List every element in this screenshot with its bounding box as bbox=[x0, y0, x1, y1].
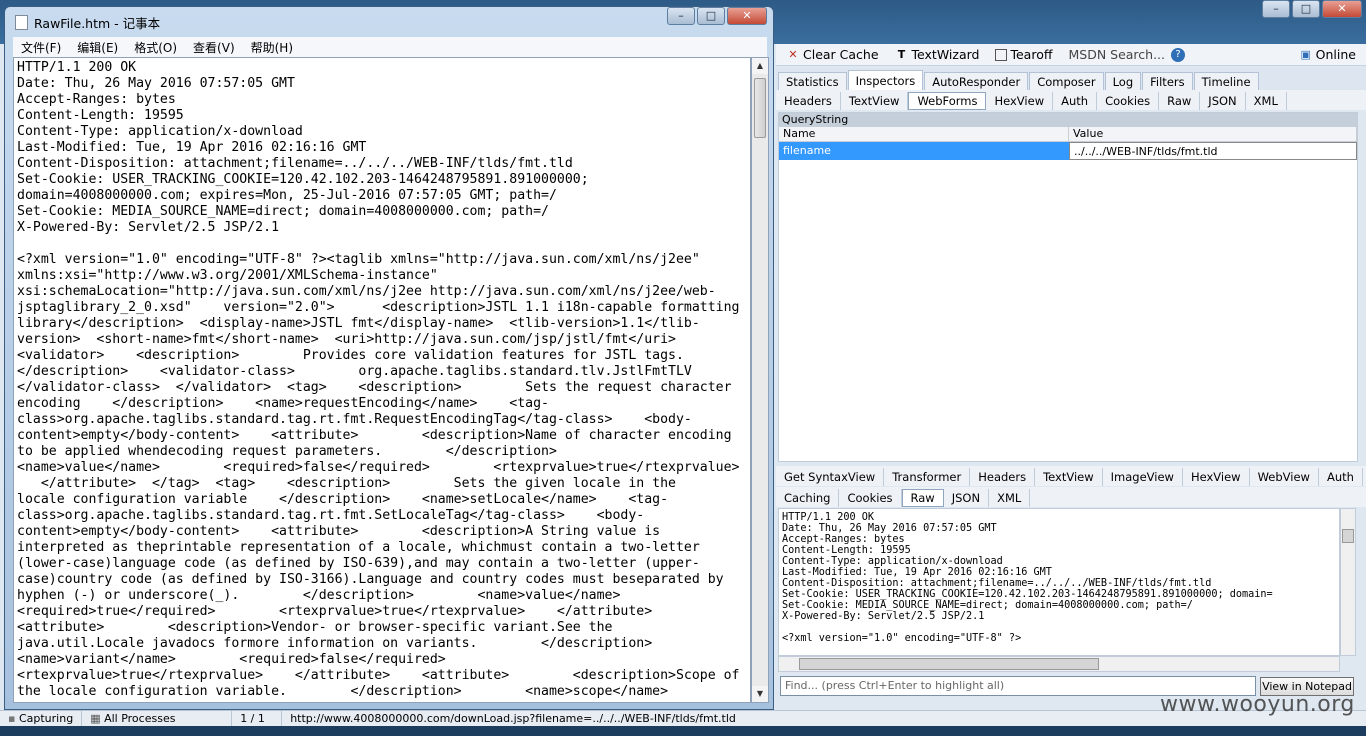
clear-cache-label: Clear Cache bbox=[803, 47, 879, 62]
clear-cache-button[interactable]: ✕ Clear Cache bbox=[786, 47, 879, 62]
process-icon: ▦ bbox=[90, 711, 105, 725]
request-tab-raw[interactable]: Raw bbox=[1159, 92, 1201, 110]
scroll-thumb[interactable] bbox=[1342, 529, 1354, 543]
fiddler-window-controls: – □ ✕ bbox=[1260, 0, 1362, 20]
msdn-search-box[interactable]: MSDN Search... ? bbox=[1068, 47, 1186, 62]
windows-taskbar bbox=[0, 726, 1366, 736]
response-tab-cookies[interactable]: Cookies bbox=[839, 489, 902, 507]
minimize-icon[interactable]: – bbox=[1262, 0, 1290, 18]
textwizard-button[interactable]: T TextWizard bbox=[895, 47, 980, 62]
response-tab-json[interactable]: JSON bbox=[944, 489, 990, 507]
clear-cache-icon: ✕ bbox=[788, 47, 798, 61]
request-tab-textview[interactable]: TextView bbox=[841, 92, 909, 110]
response-horizontal-scrollbar[interactable] bbox=[778, 656, 1340, 672]
online-icon: ▣ bbox=[1300, 47, 1311, 61]
request-tab-cookies[interactable]: Cookies bbox=[1097, 92, 1160, 110]
scroll-down-icon[interactable]: ▼ bbox=[752, 686, 768, 702]
response-raw-view[interactable]: HTTP/1.1 200 OK Date: Thu, 26 May 2016 0… bbox=[778, 508, 1340, 656]
tearoff-button[interactable]: Tearoff bbox=[995, 47, 1052, 62]
fiddler-toolbar: ✕ Clear Cache T TextWizard Tearoff MSDN … bbox=[776, 44, 1366, 66]
textwizard-label: TextWizard bbox=[911, 47, 980, 62]
response-vertical-scrollbar[interactable] bbox=[1340, 508, 1356, 656]
request-tab-auth[interactable]: Auth bbox=[1053, 92, 1098, 110]
maximize-icon[interactable]: □ bbox=[1292, 0, 1320, 18]
menu-item-2[interactable]: 编辑(E) bbox=[69, 39, 126, 56]
tab-log[interactable]: Log bbox=[1104, 72, 1142, 90]
tearoff-label: Tearoff bbox=[1010, 47, 1053, 62]
response-tab-hexview[interactable]: HexView bbox=[1183, 468, 1250, 486]
response-tab-textview[interactable]: TextView bbox=[1035, 468, 1103, 486]
notepad-menubar: 文件(F) 编辑(E) 格式(O) 查看(V) 帮助(H) bbox=[13, 37, 767, 57]
menu-item-3[interactable]: 格式(O) bbox=[126, 39, 185, 56]
querystring-title: QueryString bbox=[779, 113, 1357, 127]
minimize-icon[interactable]: – bbox=[667, 7, 695, 25]
response-tab-raw[interactable]: Raw bbox=[901, 489, 944, 507]
response-tab-get-syntaxview[interactable]: Get SyntaxView bbox=[776, 468, 885, 486]
col-name-header[interactable]: Name bbox=[779, 127, 1069, 141]
close-icon[interactable]: ✕ bbox=[727, 7, 767, 25]
response-tab-headers[interactable]: Headers bbox=[970, 468, 1036, 486]
querystring-name-cell[interactable]: filename bbox=[779, 142, 1069, 160]
notepad-window: RawFile.htm - 记事本 – □ ✕ 文件(F) 编辑(E) 格式(O) 查… bbox=[4, 6, 774, 710]
response-tab-caching[interactable]: Caching bbox=[776, 489, 840, 507]
response-tab-webview[interactable]: WebView bbox=[1250, 468, 1319, 486]
capturing-indicator[interactable]: ▪ Capturing bbox=[0, 710, 83, 727]
querystring-panel: QueryString Name Value filename ../../..… bbox=[778, 112, 1358, 462]
menu-item-4[interactable]: 查看(V) bbox=[185, 39, 243, 56]
inspector-main-tabs: Statistics Inspectors AutoResponder Compose… bbox=[776, 68, 1366, 90]
notepad-icon bbox=[15, 14, 28, 30]
help-icon[interactable]: ? bbox=[1171, 47, 1186, 62]
online-indicator: ▣ Online bbox=[1299, 47, 1356, 62]
table-row[interactable]: filename ../../../WEB-INF/tlds/fmt.tld bbox=[779, 142, 1357, 160]
tab-autoresponder[interactable]: AutoResponder bbox=[924, 72, 1029, 90]
scroll-thumb[interactable] bbox=[754, 78, 766, 138]
response-inspector-tabs-row1: Get SyntaxView Transformer Headers TextView… bbox=[776, 466, 1366, 486]
request-tab-headers[interactable]: Headers bbox=[776, 92, 841, 110]
textwizard-icon: T bbox=[897, 47, 906, 61]
querystring-header: Name Value bbox=[779, 127, 1357, 142]
close-icon[interactable]: ✕ bbox=[1322, 0, 1362, 18]
response-inspector-tabs-row2: Caching Cookies Raw JSON XML bbox=[776, 487, 1366, 507]
notepad-vertical-scrollbar[interactable]: ▲ ▼ bbox=[751, 57, 769, 703]
scroll-up-icon[interactable]: ▲ bbox=[752, 58, 768, 74]
request-inspector-tabs: Headers TextView WebForms HexView Auth Cookie… bbox=[776, 90, 1366, 110]
request-tab-webforms[interactable]: WebForms bbox=[908, 92, 987, 110]
msdn-search-label: MSDN Search... bbox=[1068, 47, 1166, 62]
capturing-label: Capturing bbox=[18, 711, 74, 725]
response-tab-imageview[interactable]: ImageView bbox=[1103, 468, 1183, 486]
notepad-text-area[interactable]: HTTP/1.1 200 OK Date: Thu, 26 May 2016 0… bbox=[13, 57, 751, 703]
window-title: RawFile.htm - 记事本 bbox=[34, 15, 161, 31]
querystring-value-cell[interactable]: ../../../WEB-INF/tlds/fmt.tld bbox=[1069, 142, 1357, 160]
request-tab-xml[interactable]: XML bbox=[1246, 92, 1287, 110]
process-filter[interactable]: ▦ All Processes bbox=[82, 710, 233, 727]
selected-url: http://www.4008000000.com/downLoad.jsp?f… bbox=[290, 711, 736, 725]
request-tab-hexview[interactable]: HexView bbox=[986, 92, 1054, 110]
request-tab-json[interactable]: JSON bbox=[1200, 92, 1246, 110]
col-value-header[interactable]: Value bbox=[1069, 127, 1357, 141]
tearoff-icon bbox=[995, 48, 1008, 61]
response-tab-xml[interactable]: XML bbox=[989, 489, 1031, 507]
menu-item-1[interactable]: 文件(F) bbox=[13, 39, 69, 56]
tab-statistics[interactable]: Statistics bbox=[778, 72, 847, 90]
session-count: 1 / 1 bbox=[232, 710, 283, 727]
maximize-icon[interactable]: □ bbox=[697, 7, 725, 25]
capture-icon: ▪ bbox=[8, 711, 19, 725]
tab-composer[interactable]: Composer bbox=[1029, 72, 1104, 90]
process-filter-label: All Processes bbox=[104, 711, 176, 725]
tab-timeline[interactable]: Timeline bbox=[1193, 72, 1259, 90]
notepad-window-controls: – □ ✕ bbox=[665, 7, 767, 25]
tab-inspectors[interactable]: Inspectors bbox=[847, 70, 924, 90]
scroll-thumb[interactable] bbox=[799, 658, 1099, 670]
online-label: Online bbox=[1315, 47, 1356, 62]
tab-filters[interactable]: Filters bbox=[1142, 72, 1193, 90]
menu-item-5[interactable]: 帮助(H) bbox=[243, 39, 301, 56]
response-tab-transformer[interactable]: Transformer bbox=[884, 468, 971, 486]
notepad-titlebar[interactable]: RawFile.htm - 记事本 bbox=[15, 11, 160, 33]
watermark: www.wooyun.org bbox=[1160, 692, 1355, 717]
response-tab-auth[interactable]: Auth bbox=[1319, 468, 1363, 486]
